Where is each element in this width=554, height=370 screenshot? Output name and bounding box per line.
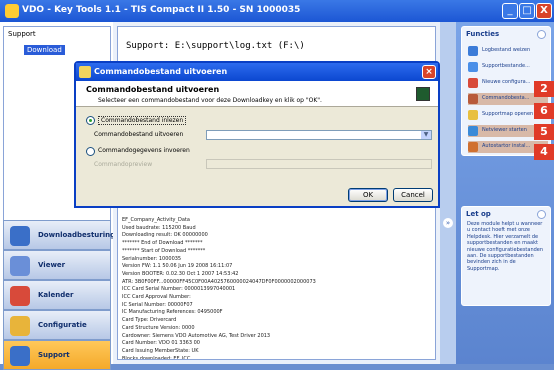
viewer-icon [10,256,30,276]
calendar-icon [10,286,30,306]
dialog-title: Commandobestand uitvoeren [94,67,228,76]
maximize-button[interactable]: □ [519,3,535,19]
chevron-down-icon[interactable]: ▼ [421,131,431,139]
log-text: EF_Company_Activity_Data Used baudrate: 1… [122,217,422,360]
task-label: Commandobesta... [482,95,530,101]
dialog-header: Commandobestand uitvoeren Selecteer een … [76,81,438,107]
task-icon [468,62,478,72]
task-label: Nieuwe configura... [482,79,531,85]
task-label: Supportbestande... [482,63,530,69]
radio-enter-data[interactable] [86,147,95,156]
command-file-select[interactable]: ▼ [206,130,432,140]
collapse-icon[interactable] [537,210,546,219]
log-line: Version BOOTER: 0.02.30 Oct 1 2007 14:53… [122,270,239,277]
log-line: Card Issuing MemberState: UK [122,347,199,354]
log-line: EF_Company_Activity_Data [122,217,190,223]
task-icon [468,78,478,88]
callout-badge: 2 [534,81,554,97]
tree-root[interactable]: Support [8,30,36,38]
config-icon [10,316,30,336]
command-preview-label: Commandopreview [94,161,153,168]
log-line: ******* End of Download ******* [122,240,203,247]
command-preview-input [206,159,432,169]
functions-title: Functies [466,30,500,38]
task-icon [468,94,478,104]
log-line: IC Manufacturing References: 0495000F [122,309,223,316]
task-panel: » Functies Logbestand weizen Supportbesta… [440,22,554,364]
log-line: Version FW: 1.1 50.06 Jun 19 2008 16:11:… [122,263,233,270]
dialog-heading: Commandobestand uitvoeren [86,85,220,94]
nav-viewer[interactable]: Viewer [3,250,111,280]
cancel-button[interactable]: Cancel [393,188,433,202]
radio-read-file[interactable] [86,116,95,125]
document-header: Support: E:\support\log.txt (F:\) [126,41,305,51]
nav-downloadbesturing[interactable]: Downloadbesturing [3,220,115,250]
app-icon [5,4,19,18]
log-line: Used baudrate: 115200 Baud [122,224,196,231]
minimize-button[interactable]: _ [502,3,518,19]
radio-read-file-label[interactable]: Commandobestand inlezen [98,116,187,125]
command-file-dialog: Commandobestand uitvoeren × Commandobest… [74,61,440,208]
close-button[interactable]: X [536,3,552,19]
nav-kalender[interactable]: Kalender [3,280,111,310]
dialog-subheading: Selecteer een commandobestand voor deze … [98,97,322,104]
callout-badge: 4 [534,144,554,160]
ok-button[interactable]: OK [348,188,388,202]
task-label: Supportmap openen [482,111,534,117]
log-line: ATR: 3B0F00FF...00000FF45C0F00A402576000… [122,278,316,285]
log-line: Card Number: VDO 01 3363 00 [122,340,200,347]
support-icon [10,346,30,366]
log-line: Cardowner: Siemens VDO Automotive AG, Te… [122,332,271,339]
help-title: Let op [466,210,491,218]
task-icon [468,46,478,56]
callout-badge: 5 [534,124,554,140]
log-line: Card Structure Version: 0000 [122,324,195,331]
dialog-titlebar: Commandobestand uitvoeren × [76,63,438,81]
callout-badge: 6 [534,103,554,119]
window-titlebar: VDO - Key Tools 1.1 - TIS Compact II 1.5… [0,0,554,22]
window-title: VDO - Key Tools 1.1 - TIS Compact II 1.5… [22,5,301,15]
log-line: IC Serial Number: 00000F07 [122,301,193,308]
task-icon [468,126,478,136]
task-label: Netviewer starten [482,127,527,133]
collapse-icon[interactable] [537,30,546,39]
command-file-label: Commandobestand uitvoeren [94,131,184,138]
task-label: Autostartor instal... [482,143,531,149]
radio-enter-data-label[interactable]: Commandogegevens invoeren [98,147,190,154]
log-line: ******* Start of Download ******* [122,247,206,254]
panel-splitter[interactable]: » [440,22,456,364]
nav-support[interactable]: Support [3,340,111,370]
task-icon [468,110,478,120]
help-box: Let op Deze module helpt u wanneer u con… [461,206,551,306]
log-line: Serialnumber: 1000035 [122,255,182,262]
task-item[interactable]: Supportbestande... [468,61,548,73]
collapse-arrow-icon[interactable]: » [443,218,453,228]
log-line: Blocks downloaded: EF_ICC [122,355,191,360]
task-icon [468,142,478,152]
download-icon [10,226,30,246]
help-text: Deze module helpt u wanneer u contact ho… [467,221,544,272]
log-line: Card Type: Drivercard [122,317,177,324]
dialog-icon [79,66,91,78]
log-line: Downloading result: OK 00000000 [122,232,208,239]
tree-item-download[interactable]: Download [24,45,65,55]
log-line: ICC Card Serial Number: 0000013997040001 [122,286,236,293]
task-label: Logbestand weizen [482,47,531,53]
log-line: ICC Card Approval Number: [122,294,191,301]
nav-configuratie[interactable]: Configuratie [3,310,111,340]
dialog-logo-icon [416,87,430,101]
task-item[interactable]: Logbestand weizen [468,45,548,57]
dialog-close-button[interactable]: × [422,65,436,79]
